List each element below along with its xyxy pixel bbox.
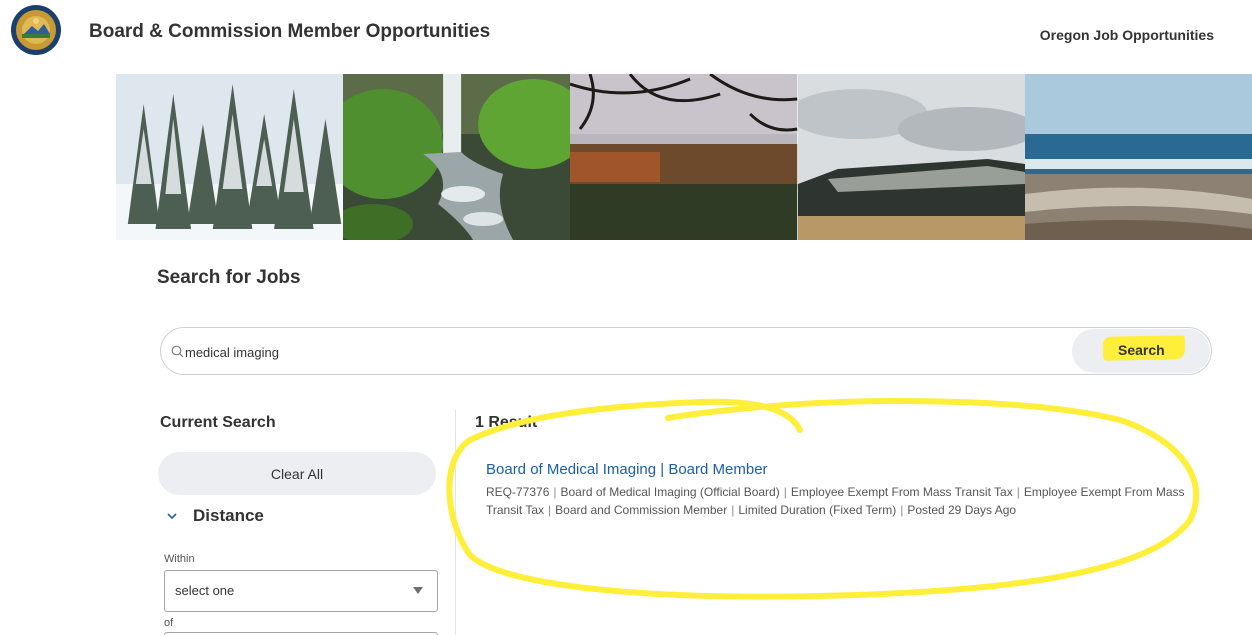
- column-divider: [455, 410, 456, 635]
- chevron-down-icon: [167, 513, 177, 520]
- job-tax-status: Employee Exempt From Mass Transit Tax: [790, 485, 1013, 499]
- meta-separator: |: [548, 503, 552, 517]
- oregon-job-opportunities-link[interactable]: Oregon Job Opportunities: [1040, 27, 1214, 43]
- distance-filter-label: Distance: [193, 506, 264, 525]
- site-header: Board & Commission Member Opportunities …: [0, 0, 1252, 72]
- clear-all-button[interactable]: Clear All: [158, 452, 436, 495]
- job-posted-date: Posted 29 Days Ago: [907, 503, 1017, 517]
- banner-snowy-forest-image: [116, 74, 344, 240]
- job-result-meta: REQ-77376 | Board of Medical Imaging (Offi…: [486, 483, 1186, 519]
- distance-within-select-value: select one: [175, 583, 235, 598]
- of-label: of: [164, 617, 174, 629]
- search-for-jobs-heading: Search for Jobs: [157, 267, 301, 288]
- banner-farmland-tree-image: [570, 74, 798, 240]
- job-duration: Limited Duration (Fixed Term): [738, 503, 897, 517]
- job-category: Board and Commission Member: [555, 503, 728, 517]
- scenic-banner: [116, 74, 1252, 240]
- search-button-label[interactable]: Search: [1118, 342, 1165, 358]
- job-result-title-link[interactable]: Board of Medical Imaging | Board Member: [486, 461, 768, 478]
- result-count: 1 Result: [475, 414, 538, 431]
- banner-plateau-cliff-image: [797, 74, 1025, 240]
- job-search-input[interactable]: [185, 338, 1045, 366]
- meta-separator: |: [1016, 485, 1020, 499]
- distance-within-select[interactable]: select one: [164, 570, 438, 612]
- within-label: Within: [164, 553, 195, 565]
- job-req-id: REQ-77376: [486, 485, 550, 499]
- banner-ocean-beach-image: [1024, 74, 1252, 240]
- meta-separator: |: [783, 485, 787, 499]
- search-icon: [171, 345, 184, 358]
- site-title: Board & Commission Member Opportunities: [89, 21, 491, 42]
- job-organization: Board of Medical Imaging (Official Board…: [560, 485, 780, 499]
- meta-separator: |: [900, 503, 904, 517]
- current-search-heading: Current Search: [160, 414, 276, 431]
- dropdown-arrow-icon: [413, 587, 423, 594]
- oregon-state-seal-logo[interactable]: [10, 4, 62, 56]
- banner-waterfall-stream-image: [343, 74, 571, 240]
- meta-separator: |: [731, 503, 735, 517]
- job-search-bar: [160, 327, 1212, 375]
- meta-separator: |: [553, 485, 557, 499]
- distance-filter-toggle[interactable]: Distance: [166, 506, 264, 526]
